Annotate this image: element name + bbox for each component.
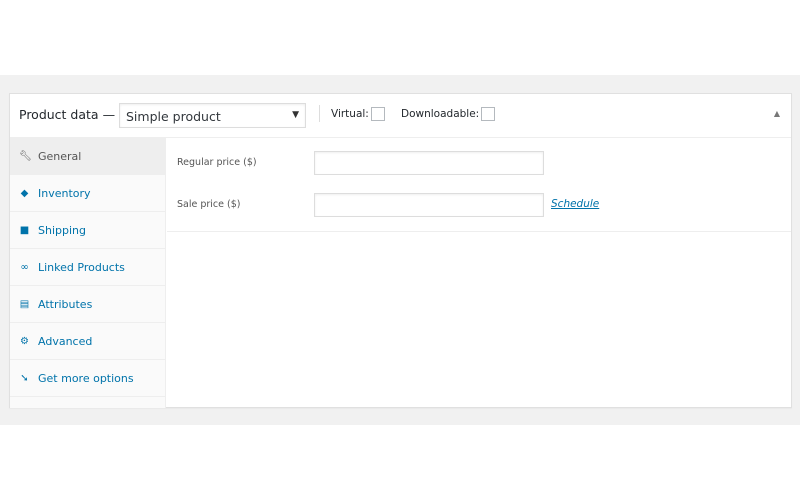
sale-price-label: Sale price ($) xyxy=(177,199,241,210)
wrench-icon: 🔧︎ xyxy=(19,150,32,162)
tab-linked-products[interactable]: ∞ Linked Products xyxy=(10,249,165,286)
dropdown-arrow-icon: ▼ xyxy=(292,110,299,120)
product-data-tabs: 🔧︎ General ◆ Inventory ■ Shipping ∞ Linked P… xyxy=(10,138,166,408)
gear-icon: ⚙ xyxy=(20,335,29,347)
tab-shipping[interactable]: ■ Shipping xyxy=(10,212,165,249)
panel-title: Product data — xyxy=(19,107,116,122)
collapse-toggle-icon[interactable]: ▲ xyxy=(774,109,780,118)
product-data-panel: Product data — Simple product ▼ Virtual: … xyxy=(9,93,792,408)
product-type-select[interactable]: Simple product ▼ xyxy=(119,103,306,128)
tab-label: Inventory xyxy=(38,186,91,200)
panel-header: Product data — Simple product ▼ Virtual: … xyxy=(10,94,791,138)
list-icon: ▤ xyxy=(19,298,30,310)
truck-icon: ■ xyxy=(19,224,30,236)
tab-label: Advanced xyxy=(38,334,93,348)
downloadable-checkbox-label[interactable]: Downloadable: xyxy=(401,107,496,121)
downloadable-label: Downloadable: xyxy=(401,108,480,120)
downloadable-checkbox[interactable] xyxy=(481,107,496,121)
tab-label: Attributes xyxy=(38,297,93,311)
general-panel: Regular price ($) Sale price ($) Schedul… xyxy=(167,138,791,232)
tab-label: Get more options xyxy=(38,371,134,385)
regular-price-label: Regular price ($) xyxy=(177,157,257,168)
regular-price-input[interactable] xyxy=(314,151,544,175)
virtual-label: Virtual: xyxy=(331,108,369,120)
sale-price-input[interactable] xyxy=(314,193,544,217)
tab-attributes[interactable]: ▤ Attributes xyxy=(10,286,165,323)
tab-get-more-options[interactable]: ➘ Get more options xyxy=(10,360,165,397)
link-icon: ∞ xyxy=(20,261,29,273)
schedule-link[interactable]: Schedule xyxy=(551,198,599,210)
tab-label: General xyxy=(38,149,82,163)
product-type-value: Simple product xyxy=(126,109,221,124)
virtual-checkbox-label[interactable]: Virtual: xyxy=(331,107,385,121)
tab-label: Shipping xyxy=(38,223,86,237)
tab-general[interactable]: 🔧︎ General xyxy=(10,138,165,175)
virtual-checkbox[interactable] xyxy=(370,107,385,121)
plugin-icon: ➘ xyxy=(20,372,29,384)
tab-label: Linked Products xyxy=(38,260,125,274)
tab-inventory[interactable]: ◆ Inventory xyxy=(10,175,165,212)
tag-icon: ◆ xyxy=(20,187,29,199)
tab-advanced[interactable]: ⚙ Advanced xyxy=(10,323,165,360)
divider xyxy=(319,105,320,122)
